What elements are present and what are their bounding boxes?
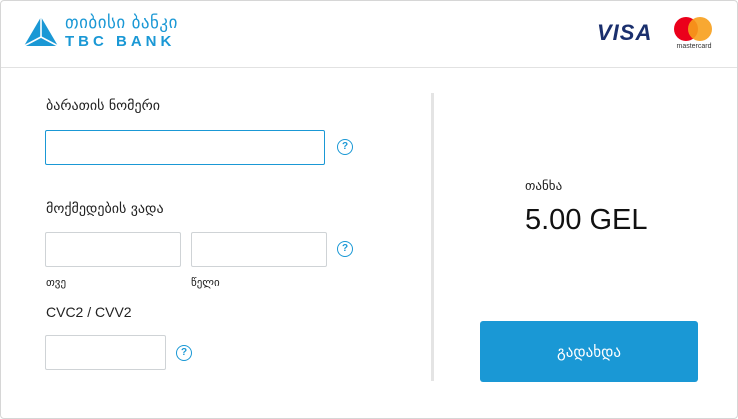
divider <box>431 93 434 381</box>
card-number-help-icon[interactable]: ? <box>337 139 353 155</box>
year-label: წელი <box>191 276 220 289</box>
amount-value: 5.00 GEL <box>525 204 648 236</box>
card-number-label: ბარათის ნომერი <box>46 98 160 114</box>
tbc-logo: თიბისი ბანკი TBC BANK <box>23 15 178 49</box>
mastercard-label: mastercard <box>676 43 712 50</box>
cvc-help-icon[interactable]: ? <box>176 345 192 361</box>
logo-name-lat: TBC BANK <box>65 33 176 50</box>
card-number-input[interactable] <box>45 130 325 165</box>
mastercard-logo: mastercard <box>672 17 716 53</box>
mastercard-orange-circle-icon <box>688 17 712 41</box>
expiry-label: მოქმედების ვადა <box>46 201 164 217</box>
cvc-label: CVC2 / CVV2 <box>46 304 132 320</box>
pay-button[interactable]: გადახდა <box>480 321 698 382</box>
amount-label: თანხა <box>525 179 563 194</box>
logo-name-geo: თიბისი ბანკი <box>65 13 178 33</box>
tbc-logo-icon <box>23 17 59 47</box>
expiry-year-input[interactable] <box>191 232 327 267</box>
visa-logo: VISA <box>597 20 653 45</box>
expiry-month-input[interactable] <box>45 232 181 267</box>
cvc-input[interactable] <box>45 335 166 370</box>
month-label: თვე <box>46 276 67 289</box>
expiry-help-icon[interactable]: ? <box>337 241 353 257</box>
header: თიბისი ბანკი TBC BANK VISA mastercard <box>1 1 737 68</box>
payment-frame: თიბისი ბანკი TBC BANK VISA mastercard ბა… <box>0 0 738 419</box>
